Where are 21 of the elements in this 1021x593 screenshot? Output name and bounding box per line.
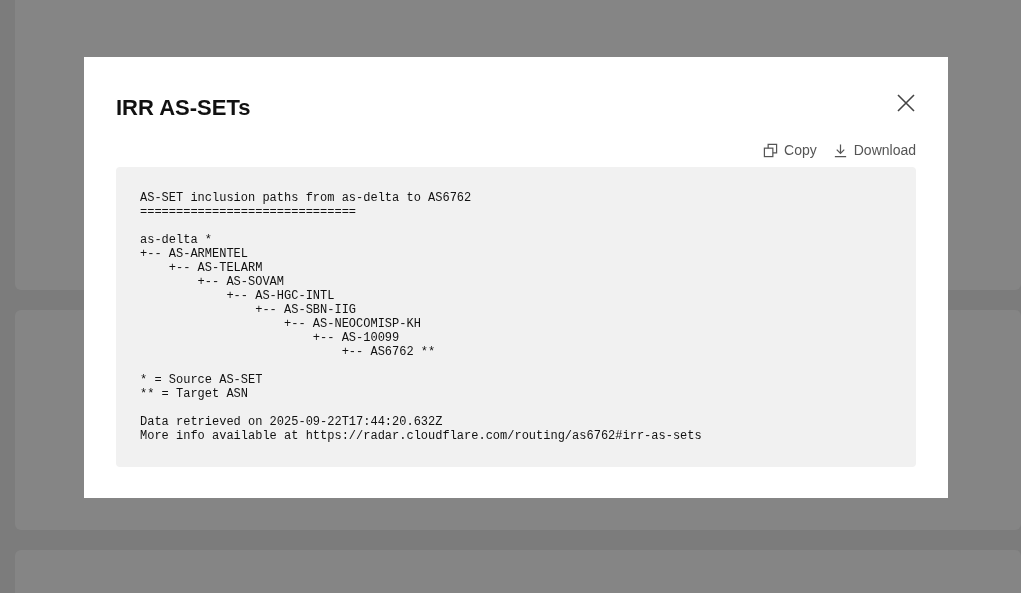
code-line: +-- AS-NEOCOMISP-KH [283,317,421,331]
code-line: AS-SET inclusion paths from as-delta to AS6762 [140,191,472,205]
code-line: More info available at https://radar.cloudflare.com/routing/as6762#irr-as-sets [140,429,702,443]
dialog-title: IRR AS-SETs [116,94,251,122]
download-icon [832,143,848,158]
close-icon [896,93,916,113]
copy-icon [763,143,779,158]
download-button[interactable]: Download [832,140,916,161]
code-line: ============================== [140,205,357,219]
code-line: * = Source AS-SET [140,373,263,387]
code-line: Data retrieved on 2025-09-22T17:44:20.632Z [140,415,443,429]
code-line: as-delta * [140,233,212,247]
code-line: +-- AS6762 ** [340,345,436,359]
code-line: +-- AS-SOVAM [196,275,285,289]
code-line: +-- AS-ARMENTEL [140,247,249,261]
code-line: ** = Target ASN [140,387,249,401]
code-line: +-- AS-SBN-IIG [254,303,357,317]
code-line: +-- AS-10099 [311,331,400,345]
code-line: +-- AS-TELARM [167,261,263,275]
code-line: +-- AS-HGC-INTL [225,289,335,303]
copy-button[interactable]: Copy [763,140,817,161]
